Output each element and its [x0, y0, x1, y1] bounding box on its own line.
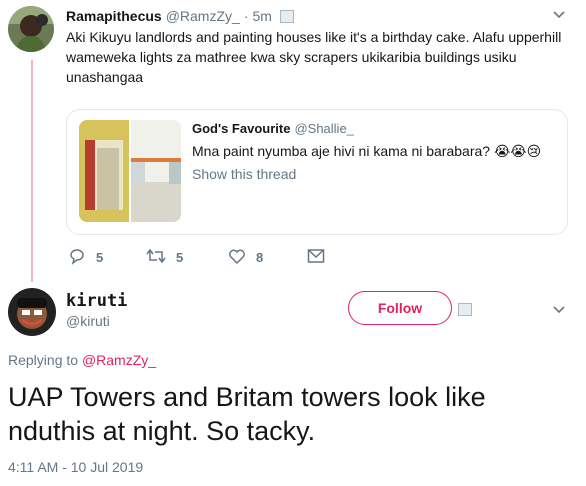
quoted-text: Mna paint nyumba aje hivi ni kama ni bar…	[192, 143, 542, 159]
quoted-tweet[interactable]: God's Favourite @Shallie_ Mna paint nyum…	[66, 109, 568, 235]
follow-button[interactable]: Follow	[348, 291, 452, 325]
retweet-icon	[146, 247, 166, 268]
badge-icon	[279, 9, 294, 23]
avatar-kiruti[interactable]	[8, 288, 56, 336]
chevron-down-icon[interactable]	[552, 8, 566, 27]
quoted-author-name[interactable]: God's Favourite	[192, 121, 290, 136]
avatar-ramapithecus[interactable]	[8, 6, 54, 52]
like-action[interactable]: 8	[228, 247, 263, 268]
reply-count: 5	[96, 250, 104, 265]
reply-action[interactable]: 5	[68, 247, 103, 268]
quoted-header: God's Favourite @Shallie_	[192, 121, 354, 136]
reply-icon	[68, 247, 86, 268]
dm-icon[interactable]	[307, 248, 325, 269]
replying-to: Replying to @RamzZy_	[8, 352, 156, 368]
author-handle[interactable]: @RamzZy_	[166, 8, 240, 24]
tweet1-header: Ramapithecus @RamzZy_ · 5m	[66, 8, 294, 24]
thread-line	[31, 60, 33, 282]
chevron-down-icon[interactable]	[552, 303, 566, 322]
author-name[interactable]: Ramapithecus	[66, 8, 162, 24]
tweet2-handle[interactable]: @kiruti	[66, 313, 110, 329]
show-thread-link[interactable]: Show this thread	[192, 166, 296, 182]
tweet-time[interactable]: 5m	[252, 8, 271, 24]
retweet-action[interactable]: 5	[146, 247, 183, 268]
like-icon	[228, 247, 246, 268]
quoted-media[interactable]	[79, 120, 181, 222]
tweet1-text: Aki Kikuyu landlords and painting houses…	[66, 29, 562, 85]
retweet-count: 5	[176, 250, 184, 265]
quoted-author-handle[interactable]: @Shallie_	[294, 121, 353, 136]
separator: ·	[243, 8, 249, 24]
like-count: 8	[256, 250, 264, 265]
replying-prefix: Replying to	[8, 352, 79, 368]
badge-icon	[458, 303, 472, 316]
tweet2-author-name[interactable]: kiruti	[66, 291, 127, 311]
tweet2-timestamp[interactable]: 4:11 AM - 10 Jul 2019	[8, 459, 143, 475]
replying-handle-link[interactable]: @RamzZy_	[82, 352, 156, 368]
tweet2-text: UAP Towers and Britam towers look like n…	[8, 382, 486, 446]
